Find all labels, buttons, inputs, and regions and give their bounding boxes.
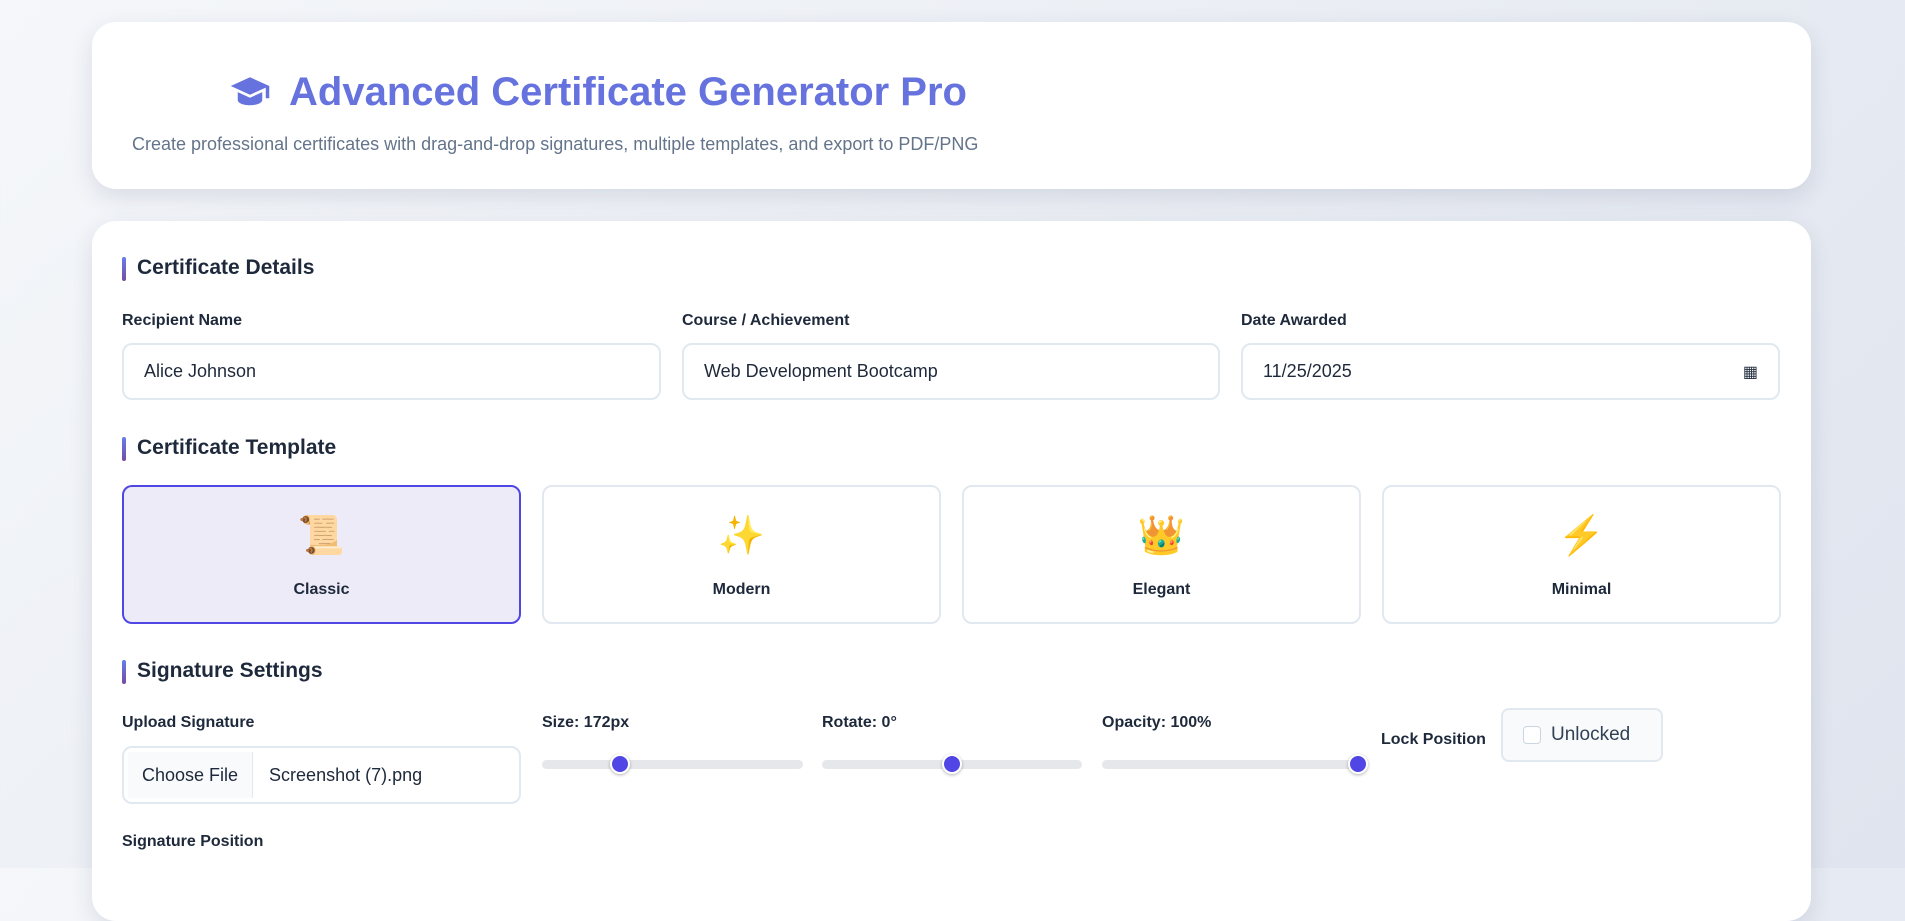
header-card: Advanced Certificate Generator Pro Creat… <box>92 22 1811 189</box>
size-label: Size: 172px <box>542 714 630 731</box>
main-card: Certificate Details Recipient Name Cours… <box>92 221 1811 921</box>
template-minimal[interactable]: ⚡ Minimal <box>1382 485 1781 624</box>
lightning-icon: ⚡ <box>1557 515 1606 557</box>
date-value: 11/25/2025 <box>1263 361 1352 381</box>
rotate-label: Rotate: 0° <box>822 714 897 731</box>
app-subtitle: Create professional certificates with dr… <box>132 134 979 154</box>
lock-state: Unlocked <box>1551 724 1631 745</box>
upload-signature-label: Upload Signature <box>122 714 255 731</box>
size-slider-thumb[interactable] <box>610 754 631 774</box>
rotate-slider-thumb[interactable] <box>942 754 962 774</box>
calendar-icon[interactable]: ▦ <box>1743 362 1758 382</box>
section-signature-settings: Signature Settings <box>122 659 323 684</box>
graduation-cap-icon <box>230 76 270 105</box>
section-certificate-template: Certificate Template <box>122 436 336 461</box>
size-slider[interactable] <box>542 754 803 774</box>
template-name: Modern <box>712 581 771 598</box>
opacity-label: Opacity: 100% <box>1102 714 1212 731</box>
template-name: Minimal <box>1551 581 1612 598</box>
file-name: Screenshot (7).png <box>269 764 423 785</box>
scroll-icon: 📜 <box>297 515 346 557</box>
rotate-slider[interactable] <box>822 754 1082 774</box>
lock-checkbox[interactable] <box>1523 726 1541 744</box>
template-name: Classic <box>293 581 350 598</box>
app-title: Advanced Certificate Generator Pro <box>289 70 967 114</box>
template-name: Elegant <box>1132 581 1191 598</box>
signature-file-input[interactable]: Choose File Screenshot (7).png <box>122 746 521 804</box>
date-input[interactable]: 11/25/2025 ▦ <box>1241 343 1780 400</box>
lock-position-label: Lock Position <box>1381 731 1486 748</box>
opacity-slider[interactable] <box>1102 754 1368 774</box>
course-label: Course / Achievement <box>682 312 850 329</box>
course-value: Web Development Bootcamp <box>704 361 938 381</box>
page-title: Advanced Certificate Generator Pro <box>229 70 967 115</box>
template-classic[interactable]: 📜 Classic <box>122 485 521 624</box>
choose-file-button[interactable]: Choose File <box>128 752 254 798</box>
signature-position-label: Signature Position <box>122 833 264 850</box>
section-certificate-details: Certificate Details <box>122 256 314 281</box>
template-elegant[interactable]: 👑 Elegant <box>962 485 1361 624</box>
recipient-input[interactable]: Alice Johnson <box>122 343 661 400</box>
crown-icon: 👑 <box>1137 515 1186 557</box>
opacity-slider-thumb[interactable] <box>1348 754 1368 774</box>
recipient-value: Alice Johnson <box>144 361 257 381</box>
sparkles-icon: ✨ <box>717 515 766 557</box>
course-input[interactable]: Web Development Bootcamp <box>682 343 1220 400</box>
template-modern[interactable]: ✨ Modern <box>542 485 941 624</box>
lock-position-toggle[interactable]: Unlocked <box>1501 708 1663 762</box>
date-label: Date Awarded <box>1241 312 1347 329</box>
recipient-label: Recipient Name <box>122 312 243 329</box>
